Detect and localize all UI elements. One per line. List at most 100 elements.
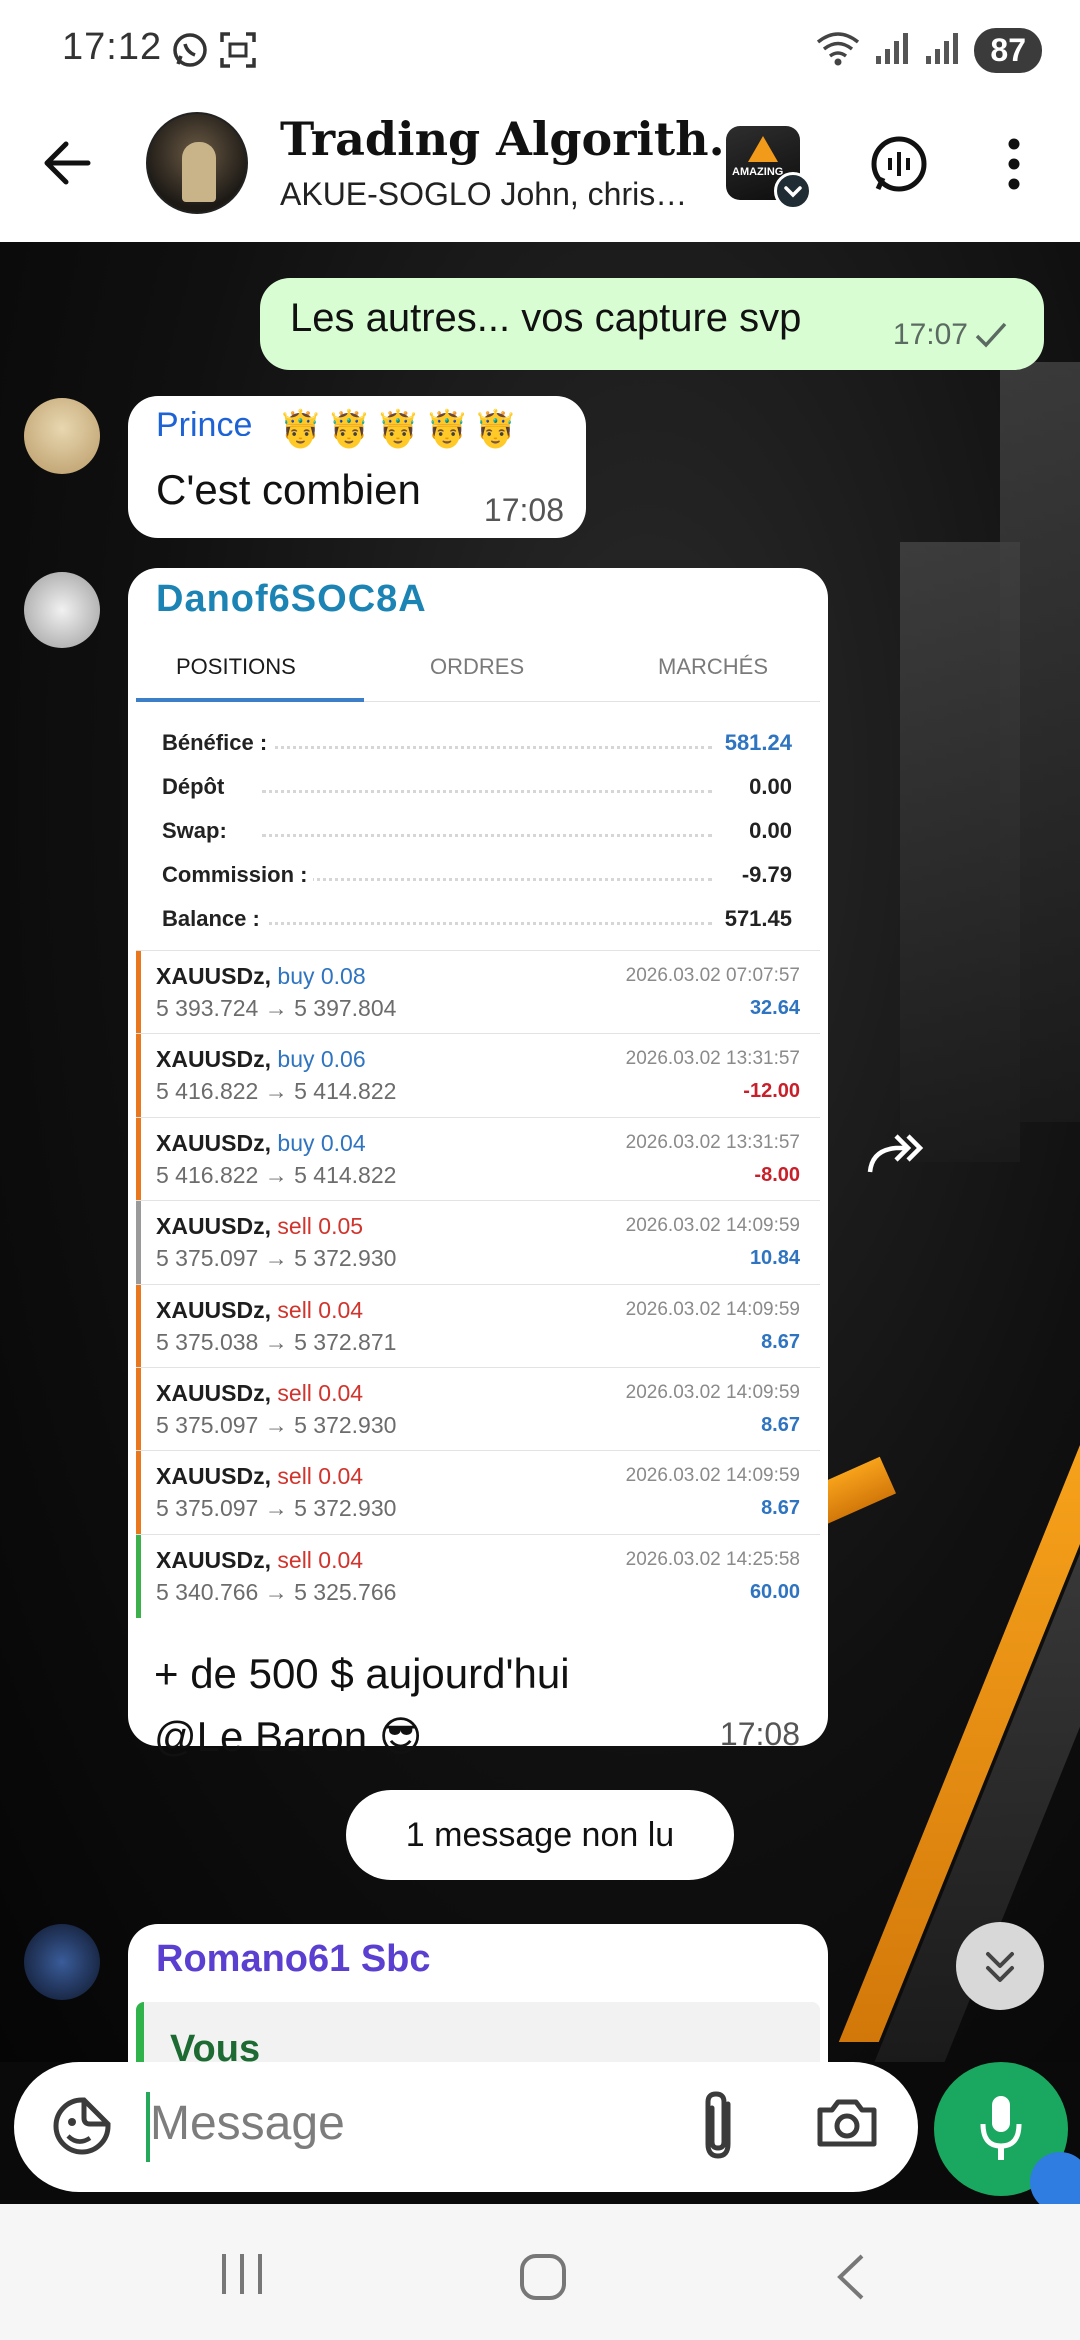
sender-name[interactable]: Romano61 Sbc	[156, 1938, 431, 1981]
trade-row: XAUUSDz, sell 0.05 5 375.097 → 5 372.930 2…	[136, 1200, 820, 1285]
message-placeholder: Message	[150, 2097, 345, 2150]
incoming-message[interactable]: Romano61 Sbc Vous	[128, 1924, 828, 2062]
trade-symbol: XAUUSDz, sell 0.04	[156, 1380, 364, 1406]
message-caption: + de 500 $ aujourd'hui	[154, 1650, 570, 1697]
trade-row: XAUUSDz, buy 0.04 5 416.822 → 5 414.822 20…	[136, 1116, 820, 1201]
paperclip-icon[interactable]	[694, 2086, 744, 2171]
trade-side: buy 0.06	[277, 1046, 366, 1073]
message-mention: @Le Baron 😎	[154, 1713, 423, 1760]
more-options-icon[interactable]	[1004, 136, 1024, 197]
summary-row: Dépôt 0.00	[162, 774, 792, 810]
summary-row: Balance : 571.45	[162, 906, 792, 942]
trade-side: sell 0.04	[277, 1546, 364, 1573]
trade-profit: -12.00	[743, 1080, 800, 1103]
trade-stripe	[136, 1201, 141, 1285]
back-arrow-icon[interactable]	[40, 136, 94, 195]
group-avatar[interactable]	[146, 112, 248, 214]
trade-date: 2026.03.02 14:25:58	[625, 1548, 800, 1570]
outgoing-message[interactable]: Les autres... vos capture svp 17:07	[260, 278, 1044, 370]
incoming-image-message[interactable]: Danof6SOC8A POSITIONS ORDRES MARCHÉS Bén…	[128, 568, 828, 1760]
trade-row: XAUUSDz, sell 0.04 5 375.097 → 5 372.930 2…	[136, 1450, 820, 1535]
trade-side: sell 0.04	[277, 1380, 364, 1406]
trade-side: buy 0.04	[277, 1129, 366, 1156]
sender-avatar[interactable]	[24, 1924, 100, 2000]
trade-date: 2026.03.02 14:09:59	[625, 1215, 800, 1237]
trade-symbol: XAUUSDz, buy 0.06	[156, 1046, 366, 1073]
back-nav-icon[interactable]	[830, 2252, 870, 2307]
summary-label: Bénéfice :	[162, 730, 274, 756]
trading-screenshot[interactable]: POSITIONS ORDRES MARCHÉS Bénéfice : 581.2…	[136, 632, 820, 1632]
trade-row: XAUUSDz, buy 0.08 5 393.724 → 5 397.804 20…	[136, 950, 820, 1034]
trade-symbol: XAUUSDz, sell 0.04	[156, 1296, 364, 1323]
summary-value: 0.00	[743, 774, 792, 800]
trade-prices: 5 375.097 → 5 372.930	[156, 1245, 397, 1272]
trade-prices: 5 416.822 → 5 414.822	[156, 1161, 397, 1188]
whatsapp-icon	[170, 30, 210, 75]
trade-side: sell 0.04	[277, 1463, 364, 1490]
tab-markets: MARCHÉS	[658, 654, 769, 679]
scroll-down-button[interactable]	[956, 1922, 1044, 2010]
forward-icon[interactable]	[866, 1132, 926, 1181]
chevron-down-icon	[774, 172, 812, 210]
trade-prices: 5 375.097 → 5 372.930	[156, 1412, 397, 1438]
summary-value: 0.00	[743, 818, 792, 844]
voice-chat-icon[interactable]	[868, 134, 930, 201]
quoted-reply[interactable]: Vous	[136, 2002, 820, 2062]
system-nav-bar	[0, 2204, 1080, 2340]
chat-header: Trading Algorith… AKUE-SOGLO John, chris…	[0, 96, 1080, 242]
trade-stripe	[136, 1451, 141, 1535]
signal-icon	[924, 30, 960, 71]
group-title[interactable]: Trading Algorith…	[280, 112, 755, 166]
sticker-icon[interactable]	[50, 2094, 114, 2163]
tab-orders: ORDRES	[430, 654, 525, 679]
trade-row: XAUUSDz, buy 0.06 5 416.822 → 5 414.822 20…	[136, 1033, 820, 1118]
trade-profit: 10.84	[749, 1247, 800, 1270]
trade-side: sell 0.04	[277, 1296, 364, 1323]
trade-profit: 8.67	[761, 1414, 800, 1436]
trade-profit: 8.67	[761, 1330, 800, 1353]
camera-icon[interactable]	[814, 2090, 880, 2161]
trade-date: 2026.03.02 13:31:57	[625, 1048, 800, 1070]
battery-indicator: 87	[974, 28, 1042, 73]
sender-name[interactable]: Prince	[156, 406, 252, 436]
quoted-author: Vous	[170, 2028, 261, 2062]
wallpaper-bar	[1000, 362, 1080, 1122]
summary-label: Swap:	[162, 818, 233, 844]
summary-label: Balance :	[162, 906, 266, 932]
summary-value: 571.45	[718, 906, 792, 932]
trade-prices: 5 375.038 → 5 372.871	[156, 1328, 397, 1355]
summary-row: Commission : -9.79	[162, 862, 792, 898]
status-time: 17:12	[62, 26, 163, 68]
chat-area[interactable]: Les autres... vos capture svp 17:07 Prin…	[0, 242, 1080, 2062]
app-badge-label: AMAZING	[732, 166, 784, 178]
incoming-message[interactable]: Prince 🤴🤴🤴🤴🤴 C'est combien 17:08	[128, 396, 586, 538]
trade-date: 2026.03.02 14:09:59	[625, 1465, 800, 1487]
leader-dots	[262, 790, 712, 793]
trade-symbol: XAUUSDz, sell 0.04	[156, 1546, 364, 1573]
summary-row: Swap: 0.00	[162, 818, 792, 854]
trade-side: buy 0.08	[277, 963, 366, 989]
trade-stripe	[136, 1534, 141, 1618]
trade-date: 2026.03.02 13:31:57	[625, 1131, 800, 1153]
group-members[interactable]: AKUE-SOGLO John, chris…	[280, 176, 687, 213]
chat-bubble-icon[interactable]	[1030, 2152, 1080, 2212]
sender-name[interactable]: Danof6SOC8A	[156, 578, 427, 621]
trade-prices: 5 393.724 → 5 397.804	[156, 995, 397, 1021]
trade-stripe	[136, 1368, 141, 1451]
trade-symbol: XAUUSDz, sell 0.04	[156, 1463, 364, 1490]
wifi-icon	[816, 30, 860, 71]
trade-symbol: XAUUSDz, buy 0.04	[156, 1129, 366, 1156]
leader-dots	[262, 746, 712, 749]
trade-prices: 5 375.097 → 5 372.930	[156, 1495, 397, 1522]
summary-value: 581.24	[718, 730, 792, 756]
recent-apps-icon[interactable]	[218, 2252, 268, 2301]
status-bar: 17:12 87	[0, 0, 1080, 96]
message-input[interactable]: Message	[14, 2062, 918, 2192]
sender-avatar[interactable]	[24, 572, 100, 648]
home-icon[interactable]	[518, 2252, 568, 2307]
app-badge[interactable]: AMAZING	[726, 126, 812, 210]
screenshot-tabs: POSITIONS ORDRES MARCHÉS	[136, 632, 820, 702]
message-time: 17:07	[892, 318, 968, 351]
sender-avatar[interactable]	[24, 398, 100, 474]
trade-stripe	[136, 1034, 141, 1118]
